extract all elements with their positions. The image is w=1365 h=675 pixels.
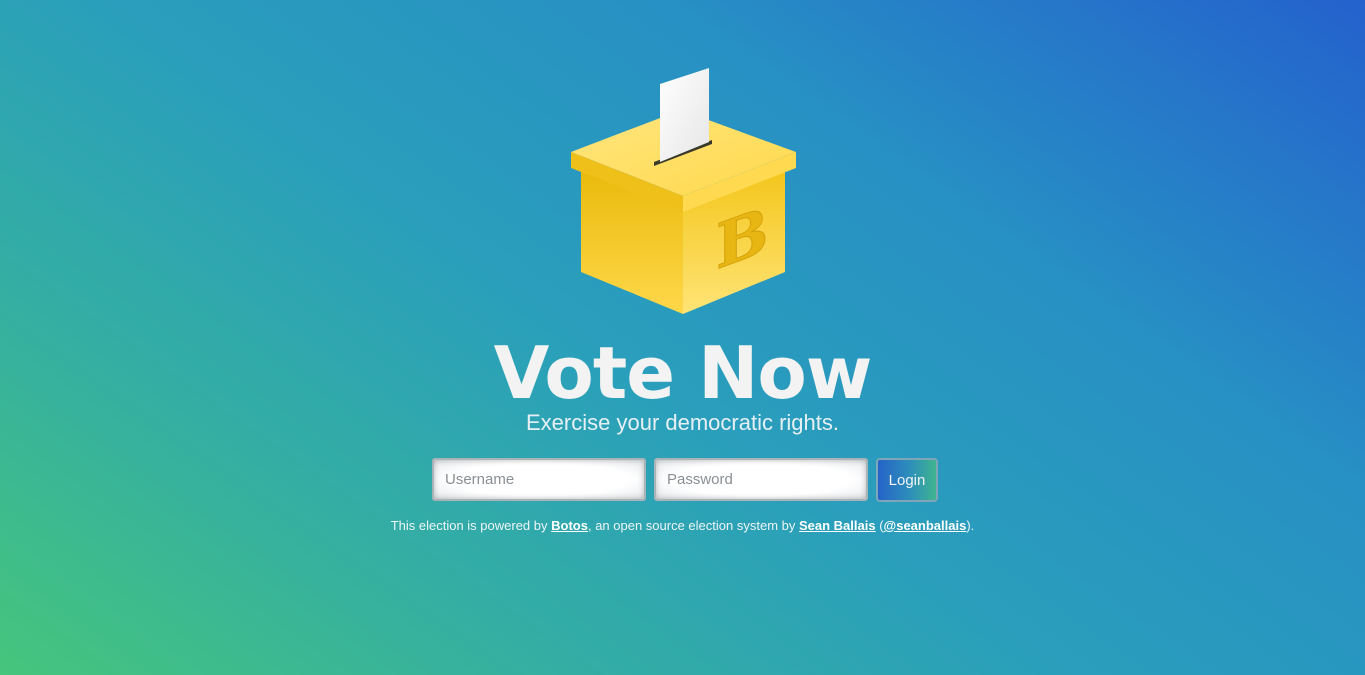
- login-button[interactable]: Login: [876, 458, 938, 502]
- page-title: Vote Now: [493, 331, 873, 415]
- footer-text: ).: [966, 518, 975, 533]
- login-form: Login: [432, 458, 938, 502]
- botos-link[interactable]: Botos: [551, 518, 588, 533]
- password-input[interactable]: [654, 458, 868, 501]
- footer-text: This election is powered by: [390, 518, 552, 533]
- author-handle-link[interactable]: @seanballais: [884, 518, 967, 533]
- page-subtitle: Exercise your democratic rights.: [526, 410, 839, 435]
- footer-text: (: [875, 518, 884, 533]
- ballot-box-icon: B: [566, 64, 800, 318]
- footer-credits: This election is powered by Botos, an op…: [0, 517, 1365, 535]
- username-input[interactable]: [432, 458, 646, 501]
- footer-text: , an open source election system by: [587, 518, 799, 533]
- author-link[interactable]: Sean Ballais: [799, 518, 876, 533]
- page: B Vote Now Exercise your democratic righ…: [0, 0, 1365, 675]
